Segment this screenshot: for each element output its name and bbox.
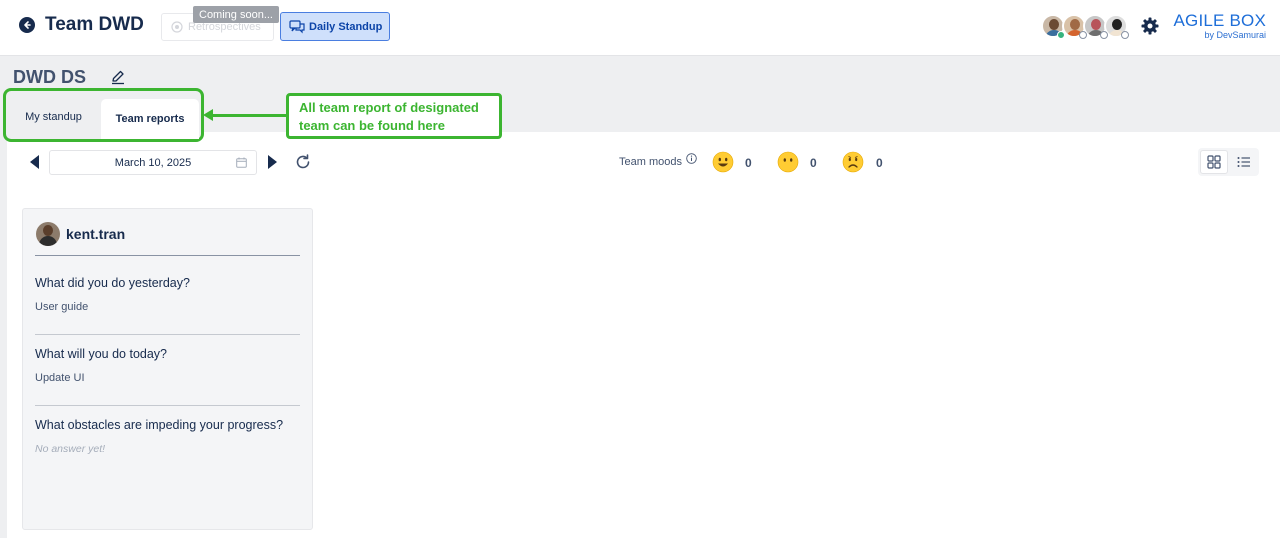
card-username: kent.tran bbox=[66, 226, 126, 242]
answer-obstacles: No answer yet! bbox=[35, 443, 106, 455]
divider bbox=[35, 255, 300, 256]
next-date-button[interactable] bbox=[268, 155, 277, 169]
answer-yesterday: User guide bbox=[35, 301, 89, 313]
page-title: DWD DS bbox=[13, 67, 86, 87]
neutral-mood-count: 0 bbox=[810, 156, 817, 170]
neutral-face-icon bbox=[777, 151, 799, 173]
annotation-arrow-head bbox=[203, 109, 213, 121]
coming-soon-tooltip: Coming soon... bbox=[193, 6, 279, 23]
annotation-arrow-line bbox=[211, 114, 287, 117]
happy-face-icon bbox=[712, 151, 734, 173]
brand-logo: AGILE BOX by DevSamurai bbox=[1166, 11, 1266, 40]
subtab-group: My standup Team reports bbox=[3, 88, 204, 142]
team-avatars[interactable] bbox=[1041, 14, 1131, 40]
grid-view-button[interactable] bbox=[1200, 150, 1228, 174]
previous-date-button[interactable] bbox=[30, 155, 39, 169]
annotation-line-2: team can be found here bbox=[299, 118, 445, 133]
grid-icon bbox=[1207, 155, 1221, 169]
list-view-button[interactable] bbox=[1230, 150, 1258, 174]
tab-daily-standup[interactable]: Daily Standup bbox=[280, 12, 390, 41]
date-value: March 10, 2025 bbox=[114, 156, 192, 169]
sad-face-icon bbox=[842, 151, 864, 173]
sad-mood-count: 0 bbox=[876, 156, 883, 170]
status-offline-dot bbox=[1100, 31, 1108, 39]
annotation-line-1: All team report of designated bbox=[299, 100, 479, 115]
edit-icon[interactable] bbox=[110, 69, 126, 85]
calendar-icon bbox=[236, 157, 247, 168]
date-picker[interactable]: March 10, 2025 bbox=[49, 150, 257, 175]
top-header: Team DWD Retrospectives Coming soon... D… bbox=[0, 0, 1280, 56]
tab-my-standup[interactable]: My standup bbox=[11, 99, 96, 135]
status-online-dot bbox=[1057, 31, 1065, 39]
answer-today: Update UI bbox=[35, 372, 85, 384]
avatar bbox=[36, 222, 60, 246]
brand-name: AGILE BOX bbox=[1173, 11, 1266, 30]
question-obstacles: What obstacles are impeding your progres… bbox=[35, 418, 284, 432]
divider bbox=[35, 405, 300, 406]
refresh-icon[interactable] bbox=[294, 153, 312, 171]
team-moods-label: Team moods bbox=[619, 156, 682, 168]
status-offline-dot bbox=[1121, 31, 1129, 39]
info-icon[interactable] bbox=[686, 153, 697, 164]
list-icon bbox=[1237, 157, 1250, 167]
report-card: kent.tran What did you do yesterday? Use… bbox=[22, 208, 313, 530]
back-icon[interactable] bbox=[19, 17, 35, 33]
status-offline-dot bbox=[1079, 31, 1087, 39]
tab-team-reports[interactable]: Team reports bbox=[101, 99, 199, 139]
happy-mood-count: 0 bbox=[745, 156, 752, 170]
team-title: Team DWD bbox=[45, 14, 144, 35]
annotation-callout: All team report of designated team can b… bbox=[286, 93, 502, 139]
question-yesterday: What did you do yesterday? bbox=[35, 276, 190, 290]
retrospectives-icon bbox=[171, 21, 183, 33]
brand-byline: by DevSamurai bbox=[1204, 30, 1266, 40]
divider bbox=[35, 334, 300, 335]
question-today: What will you do today? bbox=[35, 347, 168, 361]
chat-icon bbox=[289, 19, 305, 33]
tab-daily-standup-label: Daily Standup bbox=[309, 20, 383, 33]
gear-icon[interactable] bbox=[1140, 16, 1160, 36]
